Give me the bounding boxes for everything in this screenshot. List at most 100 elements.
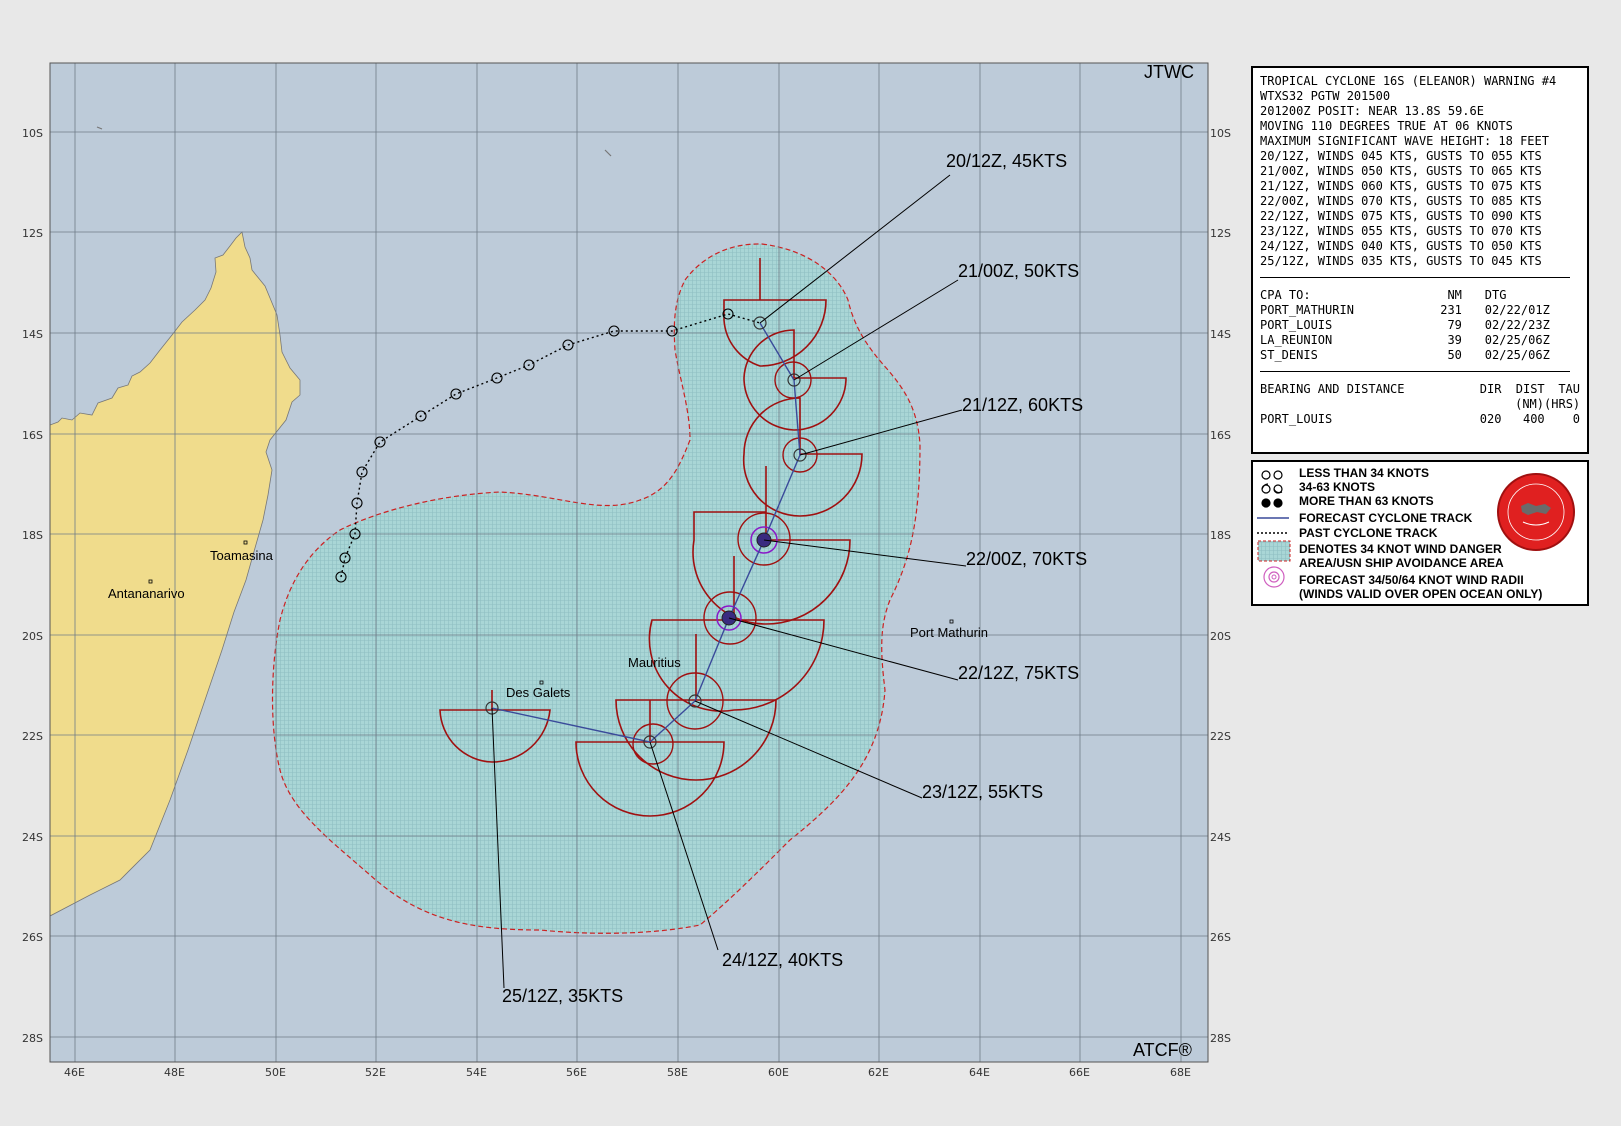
lon-label: 62E	[868, 1066, 889, 1079]
bearing-header-tau: TAU	[1558, 382, 1580, 396]
info-line: WTXS32 PGTW 201500	[1260, 89, 1391, 103]
cpa-dtg: 02/22/01Z	[1484, 303, 1550, 317]
forecast-label-22-00z: 22/00Z, 70KTS	[966, 549, 1087, 569]
jtwc-seal-icon	[1497, 473, 1575, 551]
lat-label: 26S	[1210, 931, 1231, 944]
info-line: 22/12Z, WINDS 075 KTS, GUSTS TO 090 KTS	[1260, 209, 1542, 223]
bearing-row: PORT_LOUIS 020 400 0	[1260, 412, 1580, 427]
lon-label: 54E	[466, 1066, 487, 1079]
info-line: 24/12Z, WINDS 040 KTS, GUSTS TO 050 KTS	[1260, 239, 1542, 253]
lat-label: 20S	[1210, 630, 1231, 643]
lat-label: 12S	[22, 227, 43, 240]
cpa-dtg: 02/25/06Z	[1484, 348, 1550, 362]
cpa-row: LA_REUNION 39 02/25/06Z	[1260, 333, 1580, 348]
bearing-location: PORT_LOUIS	[1260, 412, 1333, 426]
lon-label: 52E	[365, 1066, 386, 1079]
lat-label: 18S	[1210, 529, 1231, 542]
legend-more-63: MORE THAN 63 KNOTS	[1299, 494, 1434, 508]
des-galets-label: Des Galets	[506, 685, 571, 700]
lon-label: 50E	[265, 1066, 286, 1079]
bearing-header-label: BEARING AND DISTANCE	[1260, 382, 1405, 396]
cpa-nm: 231	[1440, 303, 1462, 317]
cpa-nm: 50	[1447, 348, 1462, 362]
cpa-header: CPA TO: NM DTG	[1260, 288, 1580, 303]
bearing-dir: 020	[1479, 412, 1502, 426]
lat-label: 18S	[22, 529, 43, 542]
forecast-label-25-12z: 25/12Z, 35KTS	[502, 986, 623, 1006]
lon-label: 68E	[1170, 1066, 1191, 1079]
legend-less-34: LESS THAN 34 KNOTS	[1299, 466, 1430, 480]
warning-info-panel: TROPICAL CYCLONE 16S (ELEANOR) WARNING #…	[1251, 66, 1589, 454]
lat-label: 12S	[1210, 227, 1231, 240]
lon-label: 48E	[164, 1066, 185, 1079]
cpa-header-nm: NM	[1447, 288, 1462, 302]
forecast-label-24-12z: 24/12Z, 40KTS	[722, 950, 843, 970]
forecast-label-23-12z: 23/12Z, 55KTS	[922, 782, 1043, 802]
mauritius-label: Mauritius	[628, 655, 681, 670]
toamasina-label: Toamasina	[210, 548, 274, 563]
more-than-63-icon	[1261, 498, 1283, 508]
lat-label: 22S	[22, 730, 43, 743]
info-line: 25/12Z, WINDS 035 KTS, GUSTS TO 045 KTS	[1260, 254, 1542, 268]
cpa-nm: 39	[1447, 333, 1462, 347]
lat-label: 28S	[22, 1032, 43, 1045]
bearing-tau: 0	[1572, 412, 1580, 426]
lon-label: 46E	[64, 1066, 85, 1079]
cpa-location: ST_DENIS	[1260, 348, 1318, 362]
map-legend: LESS THAN 34 KNOTS 34-63 KNOTS MORE THAN…	[1251, 460, 1589, 606]
info-line: 21/00Z, WINDS 050 KTS, GUSTS TO 065 KTS	[1260, 164, 1542, 178]
cpa-row: PORT_LOUIS 79 02/22/23Z	[1260, 318, 1580, 333]
cpa-row: ST_DENIS 50 02/25/06Z	[1260, 348, 1580, 363]
legend-danger-1: DENOTES 34 KNOT WIND DANGER	[1299, 542, 1502, 556]
lat-label: 26S	[22, 931, 43, 944]
forecast-label-20-12z: 20/12Z, 45KTS	[946, 151, 1067, 171]
lat-label: 14S	[1210, 328, 1231, 341]
lon-label: 56E	[566, 1066, 587, 1079]
lon-label: 60E	[768, 1066, 789, 1079]
divider	[1260, 371, 1570, 372]
forecast-label-22-12z: 22/12Z, 75KTS	[958, 663, 1079, 683]
info-line: 201200Z POSIT: NEAR 13.8S 59.6E	[1260, 104, 1484, 118]
legend-past-track: PAST CYCLONE TRACK	[1299, 526, 1438, 540]
cpa-dtg: 02/22/23Z	[1484, 318, 1550, 332]
bearing-unit-hrs: (HRS)	[1544, 397, 1581, 411]
cpa-location: LA_REUNION	[1260, 333, 1333, 347]
legend-radii-2: (WINDS VALID OVER OPEN OCEAN ONLY)	[1299, 587, 1543, 601]
bearing-header-dist: DIST	[1515, 382, 1545, 396]
lat-labels-right: 10S 12S 14S 16S 18S 20S 22S 24S 26S 28S	[1210, 127, 1231, 1045]
lat-label: 22S	[1210, 730, 1231, 743]
legend-radii-1: FORECAST 34/50/64 KNOT WIND RADII	[1299, 573, 1524, 587]
lon-label: 66E	[1069, 1066, 1090, 1079]
atcf-label: ATCF®	[1133, 1040, 1192, 1060]
lat-labels-left: 10S 12S 14S 16S 18S 20S 22S 24S 26S 28S	[22, 127, 43, 1045]
cpa-header-label: CPA TO:	[1260, 288, 1311, 302]
34-63-knots-icon	[1261, 483, 1283, 494]
divider	[1260, 277, 1570, 278]
legend-34-63: 34-63 KNOTS	[1299, 480, 1376, 494]
legend-forecast-track: FORECAST CYCLONE TRACK	[1299, 511, 1473, 525]
info-line: 20/12Z, WINDS 045 KTS, GUSTS TO 055 KTS	[1260, 149, 1542, 163]
forecast-label-21-12z: 21/12Z, 60KTS	[962, 395, 1083, 415]
info-title: TROPICAL CYCLONE 16S (ELEANOR) WARNING #…	[1260, 74, 1557, 88]
info-line: MOVING 110 DEGREES TRUE AT 06 KNOTS	[1260, 119, 1513, 133]
legend-danger-2: AREA/USN SHIP AVOIDANCE AREA	[1299, 556, 1504, 570]
bearing-dist: 400	[1522, 412, 1545, 426]
forecast-label-21-00z: 21/00Z, 50KTS	[958, 261, 1079, 281]
bearing-header-dir: DIR	[1479, 382, 1502, 396]
antananarivo-label: Antananarivo	[108, 586, 185, 601]
cpa-row: PORT_MATHURIN 231 02/22/01Z	[1260, 303, 1580, 318]
cpa-header-dtg: DTG	[1484, 288, 1507, 302]
lat-label: 14S	[22, 328, 43, 341]
info-line: 23/12Z, WINDS 055 KTS, GUSTS TO 070 KTS	[1260, 224, 1542, 238]
cpa-location: PORT_LOUIS	[1260, 318, 1333, 332]
info-line: MAXIMUM SIGNIFICANT WAVE HEIGHT: 18 FEET	[1260, 134, 1549, 148]
lon-labels: 46E 48E 50E 52E 54E 56E 58E 60E 62E 64E …	[64, 1066, 1191, 1079]
info-line: 22/00Z, WINDS 070 KTS, GUSTS TO 085 KTS	[1260, 194, 1542, 208]
lat-label: 10S	[22, 127, 43, 140]
